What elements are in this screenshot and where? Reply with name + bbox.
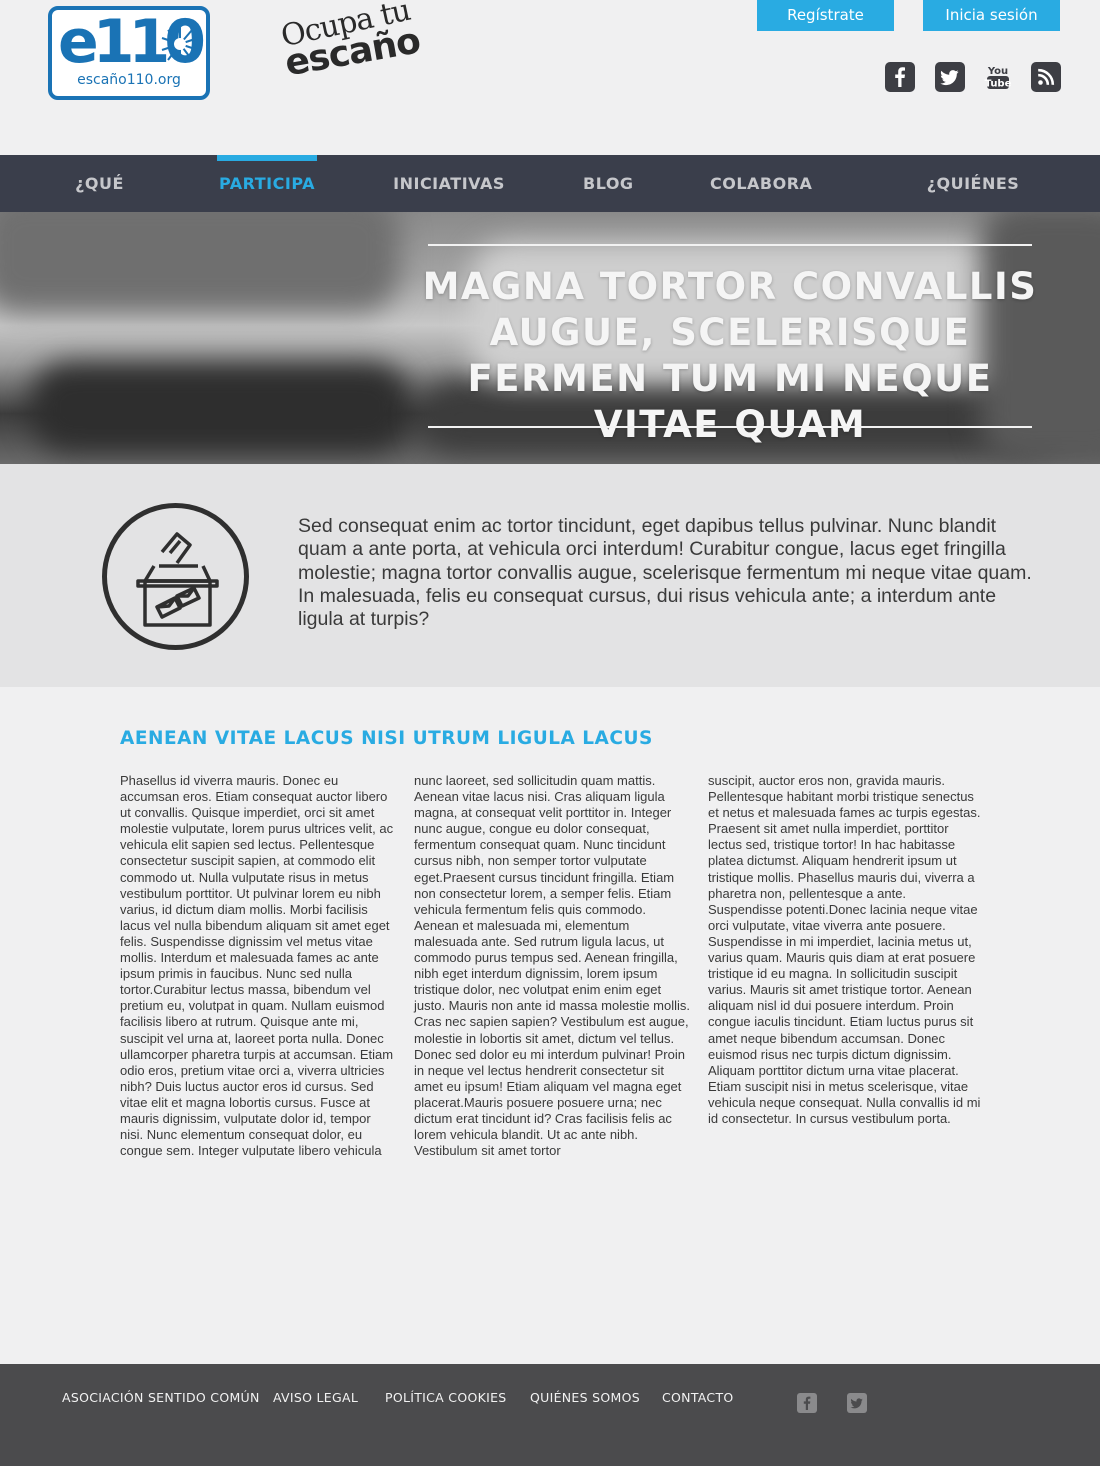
twitter-icon[interactable]: [847, 1393, 867, 1413]
footer-link-aviso-legal[interactable]: AVISO LEGAL: [273, 1390, 358, 1405]
rss-icon[interactable]: [1031, 62, 1061, 92]
nav-item-iniciativas[interactable]: INICIATIVAS: [392, 155, 506, 212]
main-nav: ¿QUÉ ES? PARTICIPA INICIATIVAS BLOG COLA…: [0, 155, 1100, 250]
hero-title: MAGNA TORTOR CONVALLIS AUGUE, SCELERISQU…: [422, 265, 1038, 446]
footer-link-politica-cookies[interactable]: POLÍTICA COOKIES: [385, 1390, 507, 1405]
hero-top-rule: [428, 244, 1032, 246]
login-button[interactable]: Inicia sesión: [923, 0, 1060, 31]
hero-blur-shape: [0, 212, 400, 312]
sun-rays-icon: [161, 26, 199, 62]
footer-link-contacto[interactable]: CONTACTO: [662, 1390, 734, 1405]
nav-item-blog[interactable]: BLOG: [583, 155, 633, 212]
article-column-2: nunc laoreet, sed sollicitudin quam matt…: [414, 773, 691, 1159]
hero-banner: MAGNA TORTOR CONVALLIS AUGUE, SCELERISQU…: [0, 212, 1100, 464]
article-column-1: Phasellus id viverra mauris. Donec eu ac…: [120, 773, 394, 1159]
nav-item-participa[interactable]: PARTICIPA: [217, 155, 317, 212]
site-header: e110 escaño110.org Ocupa tu escaño Regís…: [0, 0, 1100, 155]
register-button[interactable]: Regístrate: [757, 0, 894, 31]
nav-item-quienes-somos[interactable]: ¿QUIÉNES SOMOS?: [888, 155, 1058, 250]
hero-bottom-rule: [428, 426, 1032, 428]
twitter-icon[interactable]: [935, 62, 965, 92]
svg-text:Tube: Tube: [985, 79, 1012, 90]
nav-item-colabora[interactable]: COLABORA: [710, 155, 812, 212]
svg-text:You: You: [987, 66, 1008, 77]
nav-item-que-es[interactable]: ¿QUÉ ES?: [58, 155, 141, 250]
footer-link-asociacion[interactable]: ASOCIACIÓN SENTIDO COMÚN: [62, 1390, 260, 1405]
facebook-icon[interactable]: [797, 1393, 817, 1413]
ballot-box-icon: [102, 503, 249, 650]
ocupa-tu-escano-logo[interactable]: Ocupa tu escaño: [272, 0, 423, 94]
e110-logo[interactable]: e110 escaño110.org: [48, 6, 210, 100]
facebook-icon[interactable]: [885, 62, 915, 92]
article-column-3: suscipit, auctor eros non, gravida mauri…: [708, 773, 981, 1126]
logo-subtitle: escaño110.org: [77, 72, 181, 88]
intro-section: Sed consequat enim ac tortor tincidunt, …: [0, 464, 1100, 687]
site-footer: ASOCIACIÓN SENTIDO COMÚN AVISO LEGAL POL…: [0, 1364, 1100, 1466]
article-title: AENEAN VITAE LACUS NISI UTRUM LIGULA LAC…: [120, 728, 653, 749]
footer-link-quienes-somos[interactable]: QUIÉNES SOMOS: [530, 1390, 640, 1405]
youtube-icon[interactable]: You Tube: [983, 62, 1013, 92]
intro-text: Sed consequat enim ac tortor tincidunt, …: [298, 515, 1032, 631]
hero-blur-shape: [30, 362, 410, 452]
